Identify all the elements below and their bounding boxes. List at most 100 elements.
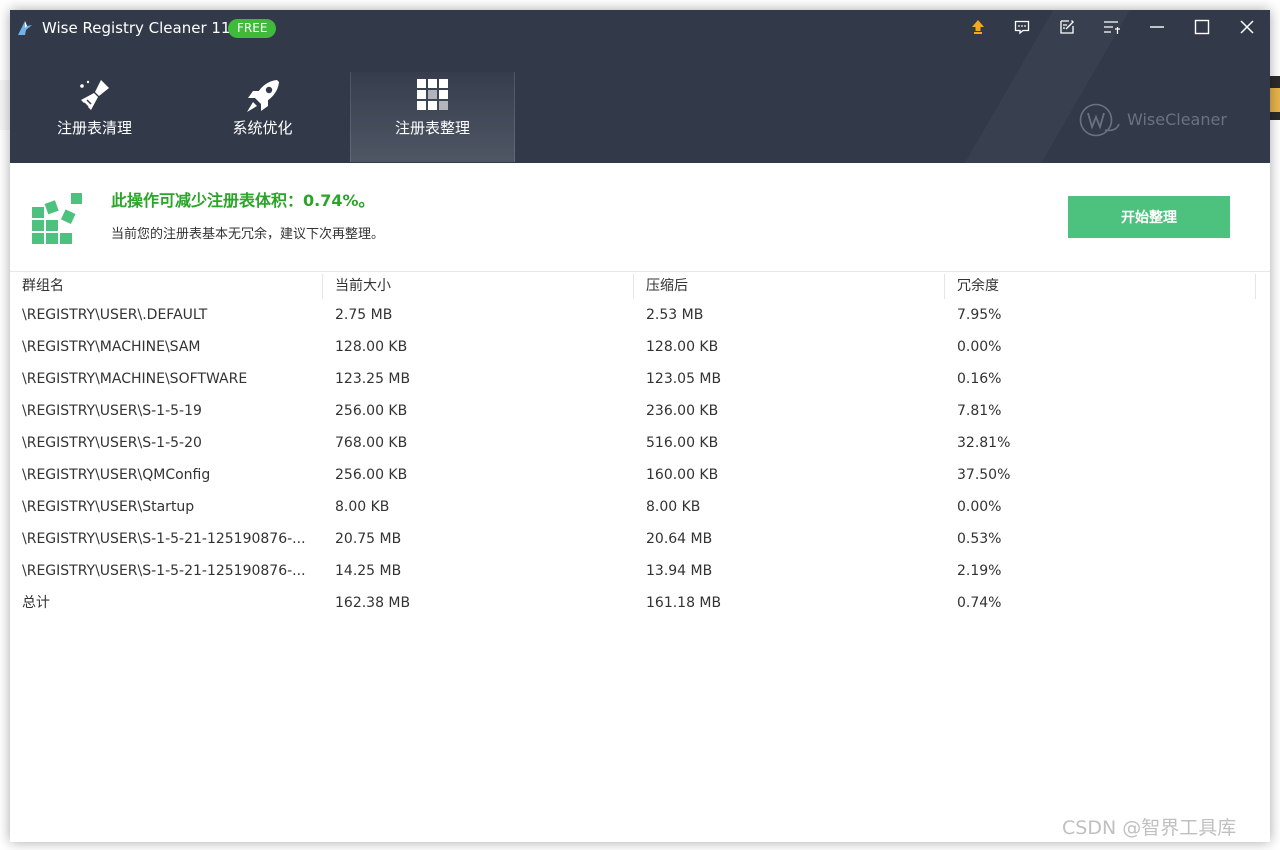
- cell-compressed-size: 123.05 MB: [646, 371, 722, 387]
- app-header: Wise Registry Cleaner 11 FREE 注册表清理 系统优化…: [10, 10, 1270, 163]
- minimize-icon: [1150, 26, 1164, 28]
- tab-label: 注册表整理: [394, 119, 470, 137]
- close-button[interactable]: [1234, 15, 1260, 39]
- cell-redundancy: 0.74%: [957, 595, 1002, 611]
- cell-compressed-size: 128.00 KB: [646, 339, 719, 355]
- background-right-strip: [1270, 10, 1280, 850]
- cell-compressed-size: 20.64 MB: [646, 531, 713, 547]
- cell-group-name: \REGISTRY\MACHINE\SAM: [22, 339, 201, 355]
- upgrade-icon: [972, 20, 984, 34]
- column-divider[interactable]: [1255, 274, 1256, 299]
- start-defrag-button[interactable]: 开始整理: [1068, 196, 1230, 238]
- cell-group-name: \REGISTRY\USER\S-1-5-19: [22, 403, 202, 419]
- cell-current-size: 14.25 MB: [335, 563, 402, 579]
- cell-compressed-size: 161.18 MB: [646, 595, 722, 611]
- menu-icon: [1104, 21, 1120, 34]
- cell-group-name: \REGISTRY\MACHINE\SOFTWARE: [22, 371, 248, 387]
- upgrade-button[interactable]: [965, 15, 991, 39]
- wisecleaner-brand: WiseCleaner: [1078, 102, 1238, 138]
- app-logo-icon: [18, 21, 32, 35]
- tab-system-optimize[interactable]: 系统优化: [181, 72, 344, 162]
- cell-compressed-size: 236.00 KB: [646, 403, 719, 419]
- edit-icon: [1060, 20, 1074, 34]
- column-header-current-size[interactable]: 当前大小: [323, 272, 633, 301]
- maximize-button[interactable]: [1189, 15, 1215, 39]
- cell-group-name: 总计: [22, 595, 50, 611]
- close-icon: [1240, 20, 1254, 34]
- summary-panel: 此操作可减少注册表体积：0.74%。 当前您的注册表基本无冗余，建议下次再整理。…: [10, 163, 1270, 271]
- registry-table: 群组名 当前大小 压缩后 冗余度 \REGISTRY\USER\.DEFAULT…: [10, 271, 1270, 621]
- cell-group-name: \REGISTRY\USER\.DEFAULT: [22, 307, 208, 323]
- tab-registry-clean[interactable]: 注册表清理: [13, 72, 176, 162]
- app-window: Wise Registry Cleaner 11 FREE 注册表清理 系统优化…: [10, 10, 1270, 842]
- table-row[interactable]: \REGISTRY\MACHINE\SAM 128.00 KB 128.00 KB 0…: [10, 333, 1270, 365]
- cell-redundancy: 0.00%: [957, 499, 1002, 515]
- table-row[interactable]: \REGISTRY\USER\Startup 8.00 KB 8.00 KB 0.00…: [10, 493, 1270, 525]
- maximize-icon: [1194, 19, 1210, 35]
- cell-group-name: \REGISTRY\USER\S-1-5-21-125190876-...: [22, 563, 306, 579]
- watermark: CSDN @智界工具库: [1062, 817, 1237, 839]
- cell-compressed-size: 160.00 KB: [646, 467, 719, 483]
- column-header-group[interactable]: 群组名: [10, 272, 322, 301]
- table-row[interactable]: \REGISTRY\USER\.DEFAULT 2.75 MB 2.53 MB 7.9…: [10, 301, 1270, 333]
- background-right-badge: [1270, 88, 1280, 112]
- cell-group-name: \REGISTRY\USER\S-1-5-21-125190876-...: [22, 531, 306, 547]
- background-left-strip: [0, 10, 10, 850]
- tab-label: 注册表清理: [56, 119, 132, 137]
- minimize-button[interactable]: [1144, 15, 1170, 39]
- tab-label: 系统优化: [232, 119, 293, 137]
- table-total-row[interactable]: 总计 162.38 MB 161.18 MB 0.74%: [10, 589, 1270, 621]
- cell-current-size: 128.00 KB: [335, 339, 408, 355]
- app-title: Wise Registry Cleaner 11: [42, 19, 231, 37]
- rocket-icon: [246, 80, 279, 112]
- cell-redundancy: 2.19%: [957, 563, 1002, 579]
- cell-current-size: 768.00 KB: [335, 435, 408, 451]
- table-row[interactable]: \REGISTRY\MACHINE\SOFTWARE 123.25 MB 123.0…: [10, 365, 1270, 397]
- free-badge: FREE: [228, 19, 277, 38]
- edit-button[interactable]: [1054, 15, 1080, 39]
- cell-compressed-size: 8.00 KB: [646, 499, 701, 515]
- table-row[interactable]: \REGISTRY\USER\S-1-5-21-125190876-... 14.…: [10, 557, 1270, 589]
- cell-group-name: \REGISTRY\USER\Startup: [22, 499, 195, 515]
- cell-current-size: 256.00 KB: [335, 467, 408, 483]
- blocks-icon: [416, 79, 448, 110]
- title-bar[interactable]: Wise Registry Cleaner 11 FREE: [10, 10, 1270, 46]
- cell-redundancy: 32.81%: [957, 435, 1011, 451]
- tab-registry-defrag[interactable]: 注册表整理: [350, 72, 515, 162]
- cell-current-size: 2.75 MB: [335, 307, 393, 323]
- cell-current-size: 20.75 MB: [335, 531, 402, 547]
- cell-redundancy: 0.53%: [957, 531, 1002, 547]
- defrag-blocks-icon: [32, 193, 82, 244]
- feedback-icon: [1014, 20, 1030, 35]
- table-row[interactable]: \REGISTRY\USER\S-1-5-20 768.00 KB 516.00 K…: [10, 429, 1270, 461]
- cell-current-size: 162.38 MB: [335, 595, 411, 611]
- cell-redundancy: 0.16%: [957, 371, 1002, 387]
- table-row[interactable]: \REGISTRY\USER\QMConfig 256.00 KB 160.00 K…: [10, 461, 1270, 493]
- summary-title: 此操作可减少注册表体积：0.74%。: [111, 191, 375, 210]
- cell-redundancy: 7.81%: [957, 403, 1002, 419]
- cell-current-size: 8.00 KB: [335, 499, 390, 515]
- cell-compressed-size: 2.53 MB: [646, 307, 704, 323]
- background-left-panel: [0, 80, 10, 130]
- column-header-redundancy[interactable]: 冗余度: [945, 272, 1255, 301]
- menu-button[interactable]: [1099, 15, 1125, 39]
- table-row[interactable]: \REGISTRY\USER\S-1-5-19 256.00 KB 236.00 K…: [10, 397, 1270, 429]
- cell-current-size: 123.25 MB: [335, 371, 411, 387]
- cell-redundancy: 0.00%: [957, 339, 1002, 355]
- cell-current-size: 256.00 KB: [335, 403, 408, 419]
- brand-label: WiseCleaner: [1127, 110, 1227, 129]
- table-row[interactable]: \REGISTRY\USER\S-1-5-21-125190876-... 20.…: [10, 525, 1270, 557]
- feedback-button[interactable]: [1009, 15, 1035, 39]
- broom-icon: [79, 80, 109, 110]
- cell-compressed-size: 516.00 KB: [646, 435, 719, 451]
- table-body: \REGISTRY\USER\.DEFAULT 2.75 MB 2.53 MB 7.9…: [10, 301, 1270, 621]
- cell-compressed-size: 13.94 MB: [646, 563, 713, 579]
- cell-group-name: \REGISTRY\USER\S-1-5-20: [22, 435, 202, 451]
- column-header-compressed[interactable]: 压缩后: [634, 272, 944, 301]
- wisecleaner-logo-icon: [1079, 103, 1120, 137]
- summary-subtitle: 当前您的注册表基本无冗余，建议下次再整理。: [111, 227, 385, 242]
- cell-redundancy: 37.50%: [957, 467, 1011, 483]
- cell-redundancy: 7.95%: [957, 307, 1002, 323]
- table-header: 群组名 当前大小 压缩后 冗余度: [10, 271, 1270, 301]
- cell-group-name: \REGISTRY\USER\QMConfig: [22, 467, 211, 483]
